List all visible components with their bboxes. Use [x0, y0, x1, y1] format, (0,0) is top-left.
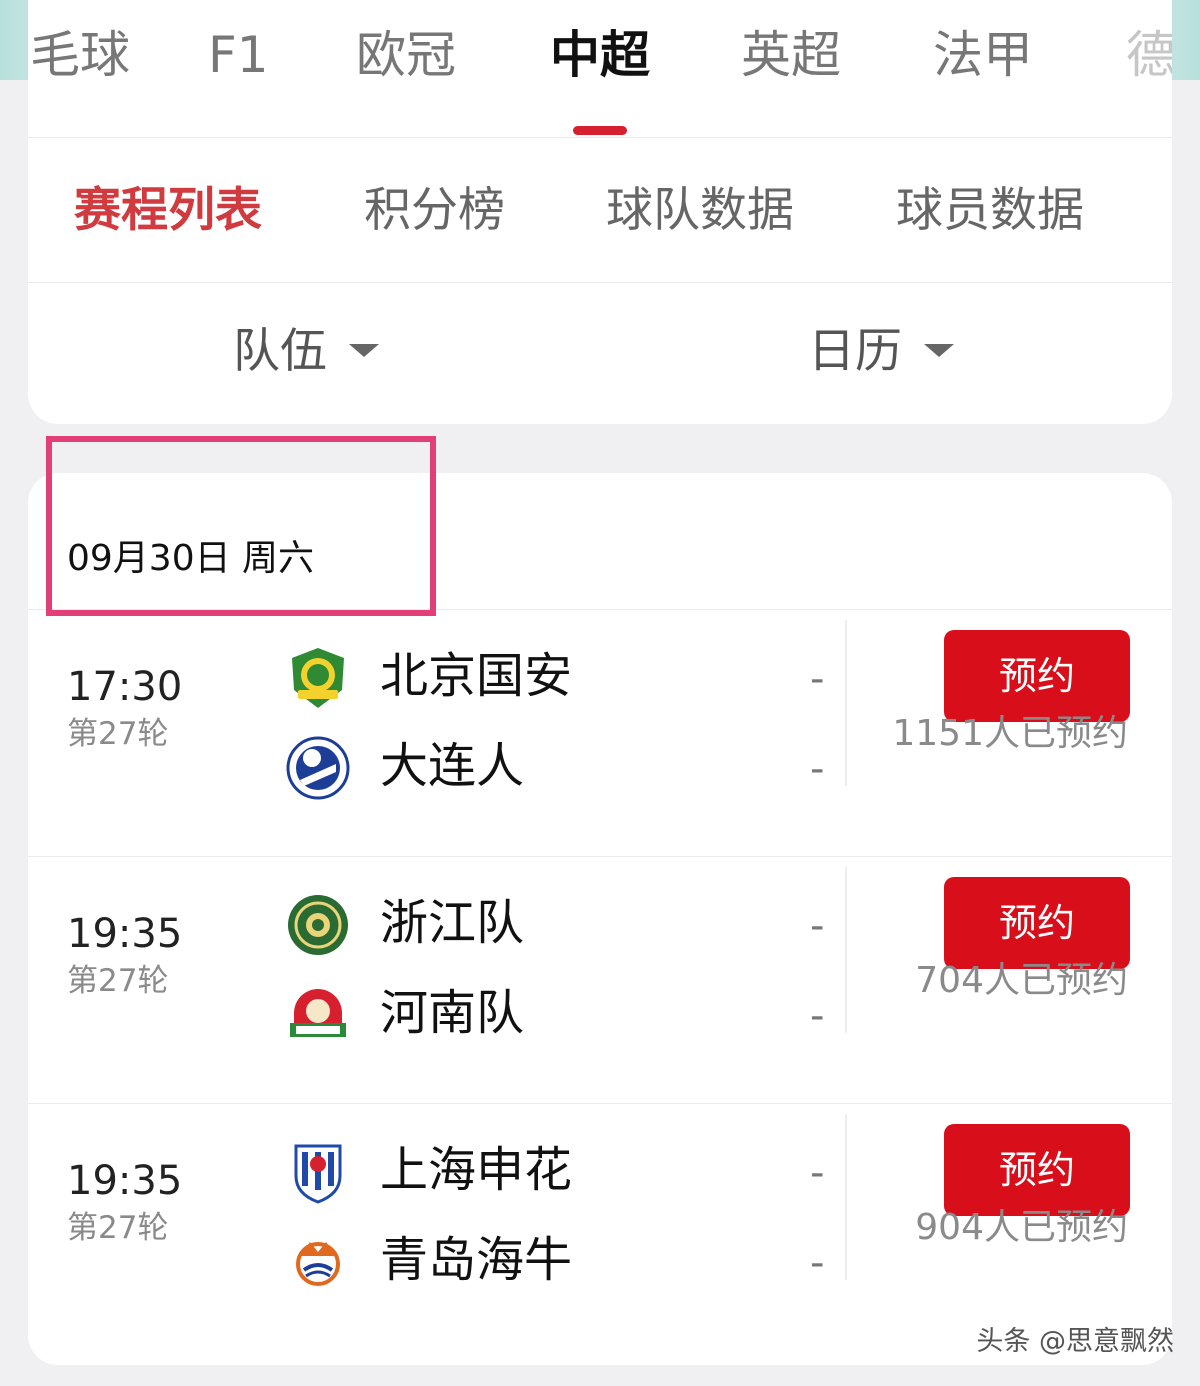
away-team-name: 河南队 — [380, 985, 525, 1041]
tab-f1[interactable]: F1 — [208, 24, 269, 86]
tab-csl[interactable]: 中超 — [550, 24, 650, 86]
away-score: - — [810, 993, 825, 1039]
reserve-count: 1151人已预约 — [892, 713, 1128, 754]
team-filter-label: 队伍 — [233, 324, 327, 379]
match-time: 17:30 — [67, 664, 183, 710]
home-team-name: 北京国安 — [380, 648, 573, 704]
tab-ligue1[interactable]: 法甲 — [933, 24, 1033, 86]
header-card: 毛球 F1 欧冠 中超 英超 法甲 德 赛程列表 积分榜 球队数据 球员数据 队… — [28, 0, 1172, 424]
tab-schedule[interactable]: 赛程列表 — [74, 182, 262, 240]
row-divider — [845, 1114, 847, 1280]
match-round: 第27轮 — [67, 716, 169, 752]
match-round: 第27轮 — [67, 963, 169, 999]
match-time: 19:35 — [67, 911, 183, 957]
away-team-name: 青岛海牛 — [380, 1232, 573, 1288]
reserve-count: 904人已预约 — [915, 1207, 1128, 1248]
calendar-filter-dropdown[interactable]: 日历 — [808, 322, 954, 382]
tab-champions-league[interactable]: 欧冠 — [356, 24, 456, 86]
reserve-button[interactable]: 预约 — [944, 877, 1130, 969]
row-divider — [845, 620, 847, 786]
tab-premier-league[interactable]: 英超 — [741, 24, 841, 86]
tab-team-stats[interactable]: 球队数据 — [606, 182, 794, 240]
caret-down-icon — [349, 344, 379, 357]
match-row[interactable]: 19:35 第27轮 浙江队 - 河南队 - 预约 704人已预约 — [28, 857, 1172, 1104]
home-team-name: 浙江队 — [380, 895, 525, 951]
reserve-button[interactable]: 预约 — [944, 630, 1130, 722]
sub-tab-bar: 赛程列表 积分榜 球队数据 球员数据 — [28, 138, 1172, 283]
shenhua-logo-icon — [294, 1144, 342, 1204]
match-time: 19:35 — [67, 1158, 183, 1204]
away-score: - — [810, 1240, 825, 1286]
home-score: - — [810, 903, 825, 949]
tab-player-stats[interactable]: 球员数据 — [896, 182, 1084, 240]
match-row[interactable]: 19:35 第27轮 上海申花 - 青岛海牛 - 预约 904人已预约 — [28, 1104, 1172, 1350]
tab-badminton[interactable]: 毛球 — [30, 24, 130, 86]
calendar-filter-label: 日历 — [808, 324, 902, 379]
active-tab-indicator — [573, 126, 627, 135]
zhejiang-logo-icon — [288, 895, 348, 955]
hainiu-logo-icon — [296, 1242, 340, 1286]
watermark: 头条 @思意飘然 — [976, 1326, 1174, 1357]
match-row[interactable]: 17:30 第27轮 北京国安 - 大连人 - 预约 1151人已预约 — [28, 610, 1172, 857]
match-round: 第27轮 — [67, 1210, 169, 1246]
guoan-logo-icon — [292, 648, 344, 708]
team-filter-dropdown[interactable]: 队伍 — [233, 322, 379, 382]
tab-standings[interactable]: 积分榜 — [364, 182, 505, 240]
sports-tab-bar: 毛球 F1 欧冠 中超 英超 法甲 德 — [28, 0, 1172, 138]
tab-bundesliga[interactable]: 德 — [1126, 24, 1172, 86]
row-divider — [845, 867, 847, 1033]
home-team-name: 上海申花 — [380, 1142, 573, 1198]
away-team-name: 大连人 — [380, 738, 525, 794]
home-score: - — [810, 656, 825, 702]
home-score: - — [810, 1150, 825, 1196]
caret-down-icon — [924, 344, 954, 357]
reserve-count: 704人已预约 — [915, 960, 1128, 1001]
henan-logo-icon — [290, 989, 346, 1037]
highlight-annotation-box — [46, 436, 436, 616]
dalian-pro-logo-icon — [286, 736, 350, 800]
away-score: - — [810, 746, 825, 792]
reserve-button[interactable]: 预约 — [944, 1124, 1130, 1216]
